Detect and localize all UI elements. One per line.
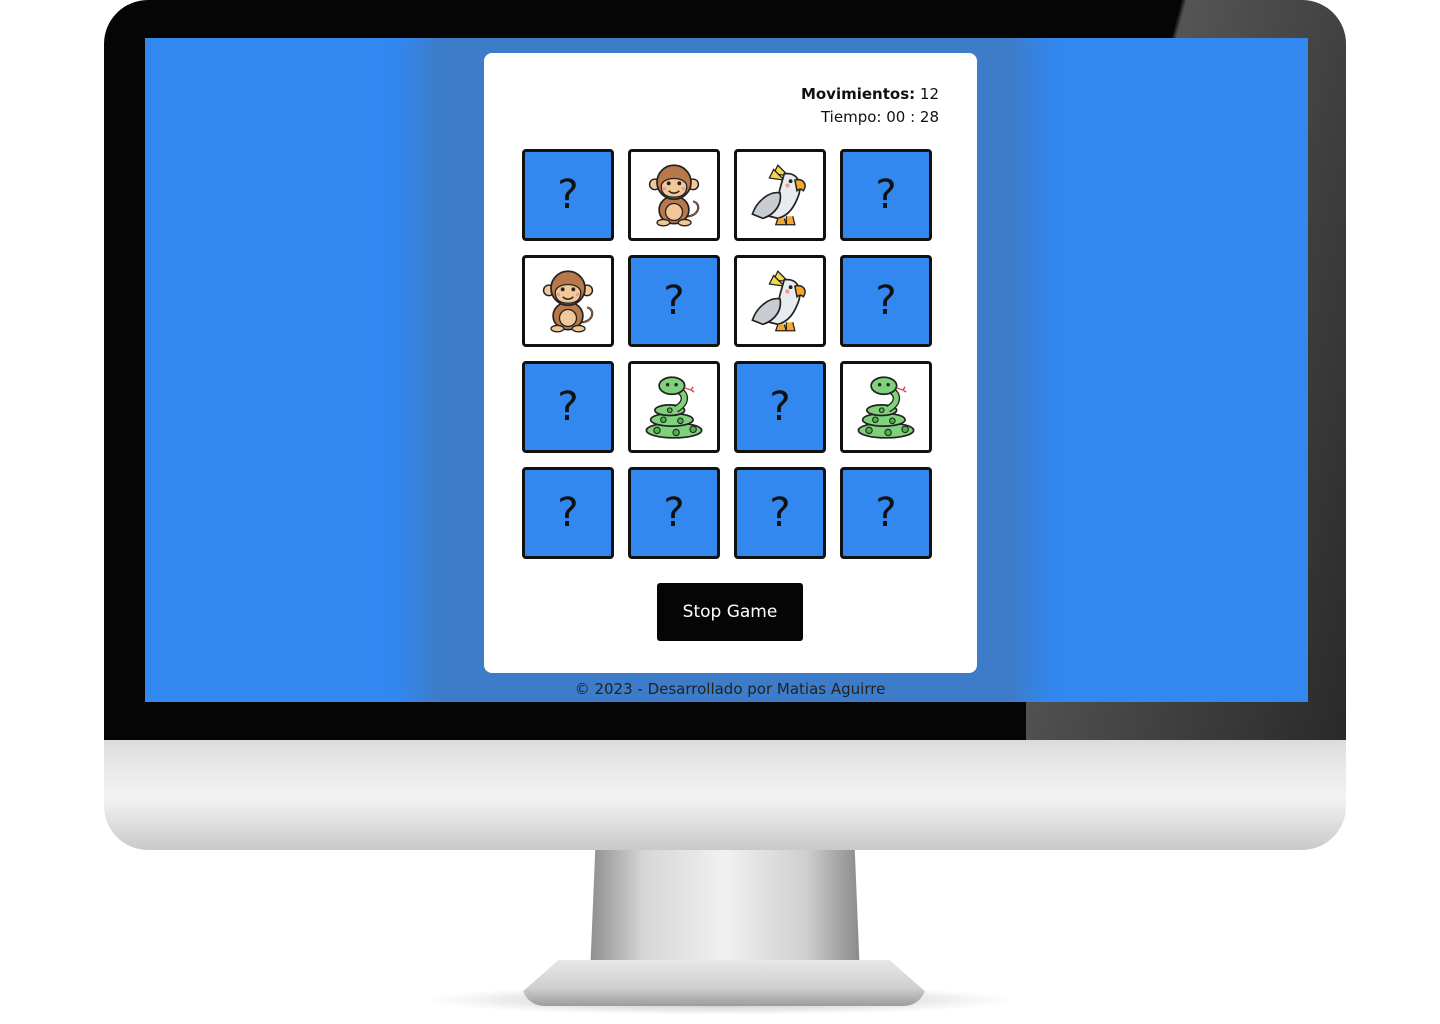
time-value: 00 : 28 — [886, 108, 939, 126]
question-mark-icon: ? — [663, 278, 685, 324]
monkey-icon — [640, 161, 708, 229]
memory-tile[interactable]: ? — [628, 255, 720, 347]
monkey-icon — [534, 267, 602, 335]
memory-tile[interactable] — [628, 361, 720, 453]
parrot-icon — [746, 161, 814, 229]
memory-tile[interactable] — [522, 255, 614, 347]
memory-tile[interactable]: ? — [840, 149, 932, 241]
game-card: Movimientos: 12 Tiempo: 00 : 28 ? ? ? ? … — [484, 53, 977, 673]
question-mark-icon: ? — [557, 172, 579, 218]
stop-game-button[interactable]: Stop Game — [657, 583, 803, 641]
snake-icon — [640, 373, 708, 441]
monitor-stand-neck — [590, 846, 860, 976]
memory-tile[interactable] — [840, 361, 932, 453]
moves-label: Movimientos: — [800, 85, 916, 103]
monitor-stand-base — [522, 960, 926, 1006]
footer-credit: © 2023 - Desarrollado por Matias Aguirre — [574, 680, 886, 698]
memory-board: ? ? ? ? ? ? ? ? ? ? — [522, 149, 940, 565]
memory-tile[interactable] — [734, 149, 826, 241]
question-mark-icon: ? — [875, 172, 897, 218]
memory-tile[interactable] — [734, 255, 826, 347]
memory-tile[interactable] — [628, 149, 720, 241]
screen: Movimientos: 12 Tiempo: 00 : 28 ? ? ? ? … — [145, 38, 1308, 702]
memory-tile[interactable]: ? — [840, 255, 932, 347]
timer: Tiempo: 00 : 28 — [801, 106, 939, 129]
question-mark-icon: ? — [557, 384, 579, 430]
memory-tile[interactable]: ? — [840, 467, 932, 559]
memory-tile[interactable]: ? — [522, 467, 614, 559]
moves-counter: Movimientos: 12 — [801, 83, 939, 106]
game-stats: Movimientos: 12 Tiempo: 00 : 28 — [801, 83, 939, 129]
question-mark-icon: ? — [663, 490, 685, 536]
question-mark-icon: ? — [557, 490, 579, 536]
question-mark-icon: ? — [875, 278, 897, 324]
memory-tile[interactable]: ? — [734, 467, 826, 559]
question-mark-icon: ? — [875, 490, 897, 536]
time-label: Tiempo: — [820, 108, 882, 126]
memory-tile[interactable]: ? — [522, 149, 614, 241]
snake-icon — [852, 373, 920, 441]
question-mark-icon: ? — [769, 384, 791, 430]
question-mark-icon: ? — [769, 490, 791, 536]
parrot-icon — [746, 267, 814, 335]
monitor-mockup: Movimientos: 12 Tiempo: 00 : 28 ? ? ? ? … — [0, 0, 1440, 1024]
memory-tile[interactable]: ? — [628, 467, 720, 559]
moves-value: 12 — [919, 85, 939, 103]
memory-tile[interactable]: ? — [734, 361, 826, 453]
memory-tile[interactable]: ? — [522, 361, 614, 453]
